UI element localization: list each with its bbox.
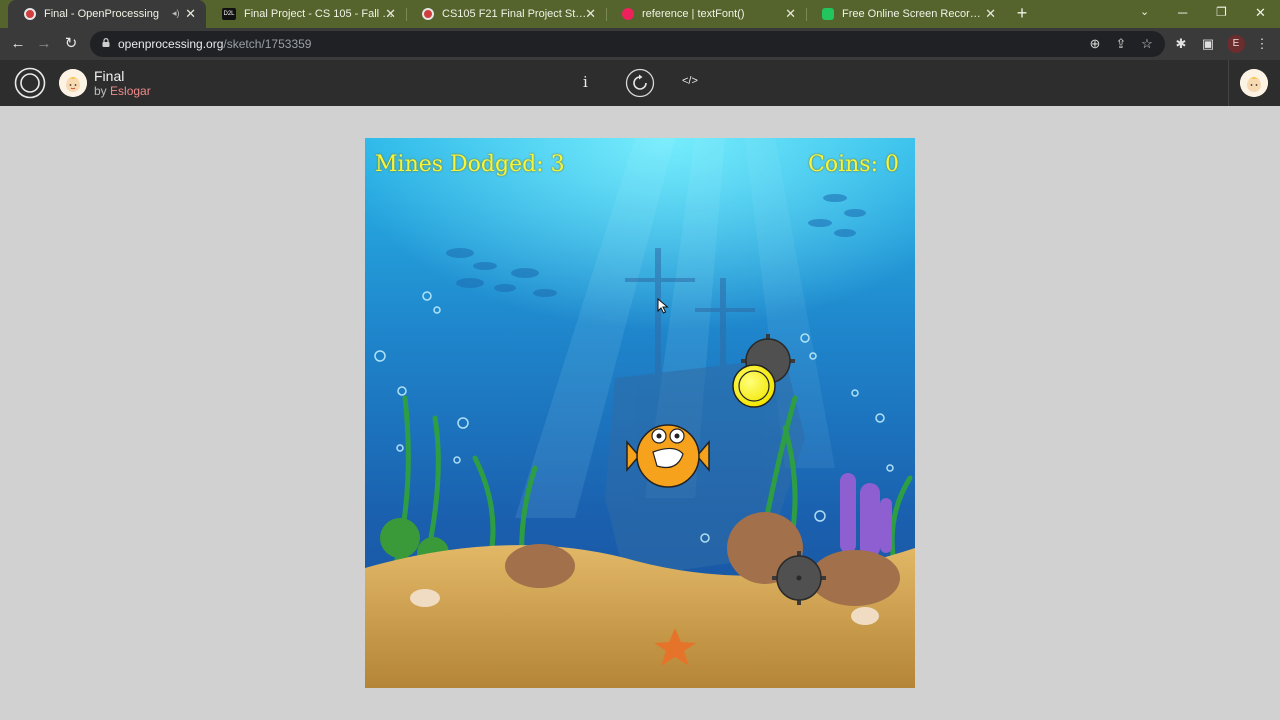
address-bar[interactable]: openprocessing.org/sketch/1753359 ⊕ ⇪ ☆: [90, 31, 1165, 57]
openprocessing-favicon-icon: [422, 8, 434, 20]
tab-reference-textfont[interactable]: reference | textFont() ✕: [606, 0, 807, 28]
tab-search-icon[interactable]: ⌄: [1140, 5, 1149, 18]
new-tab-button[interactable]: +: [1012, 4, 1032, 24]
tab-title: Final - OpenProcessing: [44, 8, 159, 20]
user-avatar[interactable]: [1240, 69, 1268, 97]
close-tab-icon[interactable]: ✕: [985, 7, 996, 21]
star-icon[interactable]: ☆: [1139, 36, 1155, 52]
tab-strip: Final - OpenProcessing ◂) ✕ D2L Final Pr…: [0, 0, 1280, 28]
sidepanel-icon[interactable]: ▣: [1200, 36, 1216, 52]
tab-title: CS105 F21 Final Project Starter Code: [442, 8, 588, 20]
author-link[interactable]: Eslogar: [110, 84, 151, 98]
coin-icon: [732, 364, 776, 408]
tab-title: Free Online Screen Recorder | Online: [842, 8, 986, 20]
openprocessing-favicon-icon: [24, 8, 36, 20]
mines-dodged-counter: Mines Dodged: 3: [375, 152, 565, 177]
audio-icon[interactable]: ◂): [172, 8, 180, 19]
kebab-menu-icon[interactable]: ⋮: [1254, 36, 1270, 52]
d2l-favicon-icon: D2L: [222, 8, 236, 20]
lock-icon[interactable]: [102, 38, 110, 47]
forward-icon[interactable]: →: [34, 34, 54, 54]
header-divider: [1228, 60, 1229, 106]
url-text: openprocessing.org/sketch/1753359: [118, 37, 312, 51]
code-icon[interactable]: </>: [682, 75, 698, 87]
minimize-icon[interactable]: ─: [1178, 5, 1187, 20]
tab-final-openprocessing[interactable]: Final - OpenProcessing ◂) ✕: [8, 0, 206, 28]
info-button[interactable]: i: [583, 73, 588, 91]
close-tab-icon[interactable]: ✕: [385, 7, 396, 21]
close-window-icon[interactable]: ✕: [1255, 5, 1266, 21]
restart-icon[interactable]: [625, 68, 655, 98]
tab-title: reference | textFont(): [642, 8, 745, 20]
coins-counter: Coins: 0: [808, 152, 899, 177]
restore-icon[interactable]: ❐: [1216, 5, 1227, 19]
tab-title: Final Project - CS 105 - Fall 2022: [244, 8, 394, 20]
screen-recorder-favicon-icon: [822, 8, 834, 20]
fish-player-icon: [626, 424, 710, 488]
sketch-author: by Eslogar: [94, 84, 151, 98]
p5js-favicon-icon: [622, 8, 634, 20]
underwater-background: [365, 138, 915, 688]
openprocessing-header: Final by Eslogar i </>: [0, 60, 1280, 106]
close-tab-icon[interactable]: ✕: [785, 7, 796, 21]
tab-final-project-cs105[interactable]: D2L Final Project - CS 105 - Fall 2022 ✕: [206, 0, 407, 28]
share-icon[interactable]: ⇪: [1113, 36, 1129, 52]
tab-screen-recorder[interactable]: Free Online Screen Recorder | Online ✕: [806, 0, 1006, 28]
mine-icon: [772, 551, 826, 605]
openprocessing-logo-icon[interactable]: [14, 67, 46, 99]
sketch-title[interactable]: Final: [94, 68, 124, 84]
tab-cs105-starter-code[interactable]: CS105 F21 Final Project Starter Code ✕: [406, 0, 607, 28]
mouse-cursor-icon: [657, 298, 669, 314]
close-tab-icon[interactable]: ✕: [585, 7, 596, 21]
close-tab-icon[interactable]: ✕: [185, 7, 196, 21]
puzzle-icon[interactable]: ✱: [1173, 36, 1189, 52]
profile-avatar[interactable]: E: [1227, 35, 1245, 53]
author-avatar[interactable]: [59, 69, 87, 97]
browser-toolbar: ← → ↻ openprocessing.org/sketch/1753359 …: [0, 28, 1280, 60]
back-icon[interactable]: ←: [8, 34, 28, 54]
zoom-icon[interactable]: ⊕: [1087, 36, 1103, 52]
reload-icon[interactable]: ↻: [61, 34, 81, 54]
sketch-canvas[interactable]: Mines Dodged: 3 Coins: 0: [365, 138, 915, 688]
